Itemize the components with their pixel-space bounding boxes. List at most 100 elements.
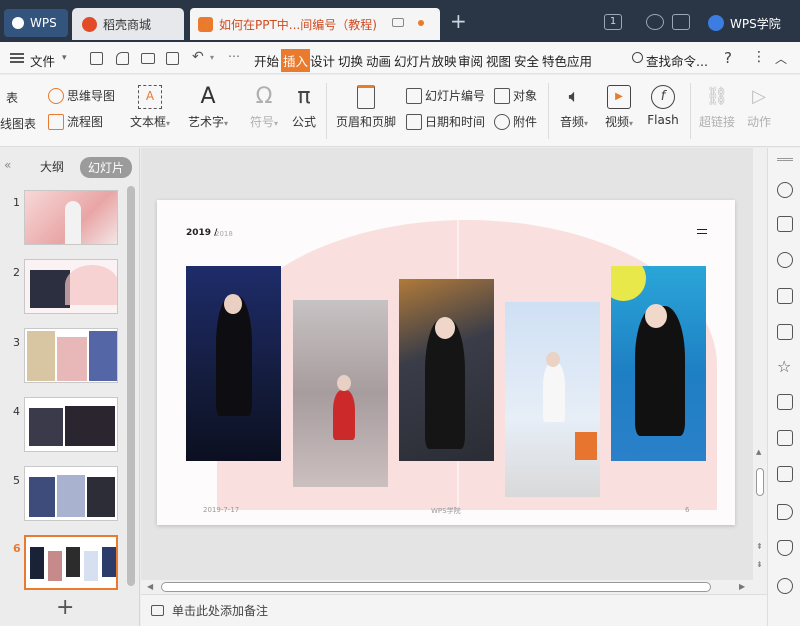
tab-outline[interactable]: 大纲 [40,158,64,175]
chart-partial-label[interactable]: 表 [6,89,18,106]
shield-icon[interactable] [777,540,793,556]
formula-button[interactable]: π 公式 [288,85,320,130]
slide-thumbnail-2[interactable] [24,259,118,314]
menu-item-security[interactable]: 安全 [514,51,539,70]
print-icon[interactable] [141,53,155,64]
panel-scrollbar[interactable] [127,186,135,586]
paperclip-icon [494,113,510,130]
slide-thumbnail-4[interactable] [24,397,118,452]
slide-date: 2019-7-17 [203,506,240,514]
textbox-label: 文本框 [129,115,166,129]
tab-wps-home[interactable]: WPS [4,9,68,37]
add-slide-icon[interactable]: + [56,595,74,620]
datetime-button[interactable]: 日期和时间 [406,113,485,130]
figure-face [224,294,242,314]
slide-thumbnail-3[interactable] [24,328,118,383]
vertical-scroll-thumb[interactable] [756,468,764,496]
thumb-photo [65,406,115,446]
scroll-left-icon[interactable]: ◀ [147,582,153,591]
export-icon[interactable] [116,52,129,65]
photo-performer-5 [611,266,706,461]
share-icon[interactable] [777,430,793,446]
new-tab-icon[interactable]: + [450,9,467,33]
page-up-icon[interactable]: ⇞ [756,542,763,551]
undo-dropdown-icon[interactable]: ▾ [210,53,214,62]
undo-icon[interactable]: ↶ [192,49,204,65]
symbol-button[interactable]: Ω 符号▾ [244,85,284,130]
hamburger-middle [10,57,24,59]
window-count-badge[interactable]: 1 [604,14,622,30]
star-magic-icon[interactable] [777,182,793,198]
tab-store[interactable]: 稻壳商城 [72,8,184,40]
menu-item-insert[interactable]: 插入 [281,49,311,72]
datetime-label: 日期和时间 [425,115,486,129]
history-icon[interactable] [777,578,793,594]
menu-item-transition[interactable]: 切换 [338,51,363,70]
skin-icon[interactable] [646,14,664,30]
clipboard-icon[interactable] [777,466,793,482]
menu-item-start[interactable]: 开始 [254,51,279,70]
flowchart-button[interactable]: 流程图 [48,113,103,130]
slide-number-button[interactable]: 幻灯片编号 [406,87,485,104]
scroll-up-icon[interactable]: ▲ [756,448,761,456]
line-chart-label[interactable]: 线图表 [0,115,36,132]
header-footer-button[interactable]: 页眉和页脚 [334,85,398,130]
file-menu[interactable]: 文件 [30,51,55,70]
flash-button[interactable]: f Flash [646,85,680,127]
horizontal-scrollbar[interactable]: ◀ ▶ [141,580,767,594]
video-button[interactable]: ▶ 视频▾ [600,85,638,130]
hyperlink-button[interactable]: ⛓︎ 超链接 [696,85,738,130]
audio-button[interactable]: 🔈︎ 音频▾ [556,85,592,130]
attachment-button[interactable]: 附件 [494,113,537,130]
menu-item-features[interactable]: 特色应用 [542,51,592,70]
more-options-icon[interactable]: ⋮ [752,49,766,65]
help-icon[interactable]: ? [724,49,732,67]
current-slide[interactable]: 2019 / 2018 2019-7-17 WPS学院 6 [157,200,735,525]
monitor-icon[interactable] [392,18,404,27]
slide-thumbnail-5[interactable] [24,466,118,521]
wps-academy-button[interactable]: WPS学院 [708,11,800,35]
save-icon[interactable] [90,52,103,65]
textbox-button[interactable]: A 文本框▾ [128,85,172,130]
vertical-scrollbar[interactable]: ▲ ⇞ ⇟ [753,148,767,580]
print-preview-icon[interactable] [166,52,179,65]
more-icon[interactable]: ⋯ [228,49,240,63]
figure-face [645,304,667,328]
menu-item-review[interactable]: 审阅 [458,51,483,70]
command-search[interactable]: 查找命令... [646,51,708,70]
star-icon[interactable]: ☆ [777,359,793,376]
wordart-button[interactable]: A 艺术字▾ [184,85,232,130]
horizontal-scroll-thumb[interactable] [161,582,711,592]
shape-icon[interactable] [777,252,793,268]
layers-icon[interactable] [777,216,793,232]
chevron-down-icon[interactable]: ▾ [62,53,67,63]
audio-side-icon[interactable] [777,504,793,520]
menu-item-slideshow[interactable]: 幻灯片放映 [394,51,457,70]
menu-item-view[interactable]: 视图 [486,51,511,70]
mindmap-button[interactable]: 思维导图 [48,87,115,104]
tab-document[interactable]: 如何在PPT中...间编号（教程) [190,8,440,40]
slide-number-icon [406,87,422,104]
collapse-panel-icon[interactable]: « [4,158,11,172]
wallet-icon[interactable] [672,14,690,30]
collapse-ribbon-icon[interactable]: ︿ [775,50,787,67]
menu-item-animation[interactable]: 动画 [366,51,391,70]
slide-thumbnail-6[interactable] [24,535,118,590]
archive-icon[interactable] [777,394,793,410]
slide-thumbnail-1[interactable] [24,190,118,245]
page-down-icon[interactable]: ⇟ [756,560,763,569]
title-tab-bar: WPS 稻壳商城 如何在PPT中...间编号（教程) + 1 WPS学院 [0,0,800,42]
menu-item-design[interactable]: 设计 [310,51,335,70]
slide-page-number: 6 [685,506,690,514]
action-button[interactable]: ▷ 动作 [742,85,776,130]
image-icon[interactable] [777,324,793,340]
slide-number-active: 6 [13,542,21,555]
scroll-right-icon[interactable]: ▶ [739,582,745,591]
notes-area[interactable]: 单击此处添加备注 [141,594,767,626]
mindmap-label: 思维导图 [67,89,116,103]
object-button[interactable]: 对象 [494,87,537,104]
tab-slides[interactable]: 幻灯片 [80,157,133,178]
menu-lines-icon [697,229,707,234]
sliders-icon[interactable] [777,288,793,304]
dropdown-arrow-icon: ▾ [224,119,229,128]
